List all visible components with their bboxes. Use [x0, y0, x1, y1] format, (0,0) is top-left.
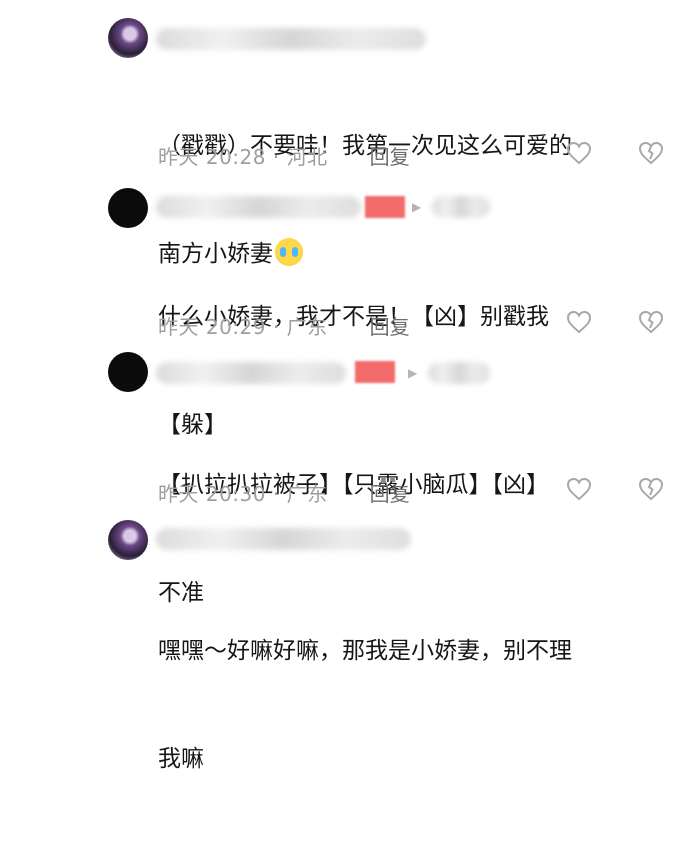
comment-item: （戳戳）不要哇！我第一次见这么可爱的 南方小娇妻 昨天 20:28 · 河北 回… — [0, 0, 690, 267]
reply-button[interactable]: 回复 — [370, 141, 410, 170]
avatar[interactable] — [108, 352, 148, 392]
badge-blurred — [355, 361, 395, 383]
avatar[interactable] — [108, 188, 148, 228]
comment-text: 嘿嘿～好嘛好嘛，那我是小娇妻，别不理 我嘛 — [158, 561, 658, 849]
comment-meta: 昨天 20:28 · 河北 回复 — [158, 141, 410, 170]
comment-meta: 昨天 20:29 · 广东 回复 — [158, 311, 410, 340]
broken-heart-icon[interactable] — [638, 477, 664, 501]
username-blurred[interactable] — [156, 28, 426, 50]
broken-heart-icon[interactable] — [638, 310, 664, 334]
heart-icon[interactable] — [566, 310, 592, 334]
comment-text-line: 我嘛 — [158, 746, 204, 772]
timestamp-location: 昨天 20:28 · 河北 — [158, 145, 328, 169]
reply-button[interactable]: 回复 — [370, 311, 410, 340]
username-blurred[interactable] — [156, 196, 361, 218]
heart-icon[interactable] — [566, 477, 592, 501]
badge-blurred — [365, 196, 405, 218]
reply-button[interactable]: 回复 — [370, 478, 410, 507]
username-blurred[interactable] — [432, 196, 490, 218]
comment-meta: 昨天 20:30 · 广东 回复 — [158, 478, 410, 507]
avatar[interactable] — [108, 18, 148, 58]
username-blurred[interactable] — [156, 362, 346, 384]
avatar[interactable] — [108, 520, 148, 560]
reply-arrow-icon: ▶ — [412, 200, 422, 214]
heart-icon[interactable] — [566, 141, 592, 165]
username-blurred[interactable] — [428, 362, 490, 384]
broken-heart-icon[interactable] — [638, 141, 664, 165]
reply-arrow-icon: ▶ — [408, 366, 418, 380]
username-blurred[interactable] — [156, 528, 411, 550]
timestamp-location: 昨天 20:29 · 广东 — [158, 315, 328, 339]
comment-text-line: 嘿嘿～好嘛好嘛，那我是小娇妻，别不理 — [158, 638, 572, 664]
timestamp-location: 昨天 20:30 · 广东 — [158, 482, 328, 506]
